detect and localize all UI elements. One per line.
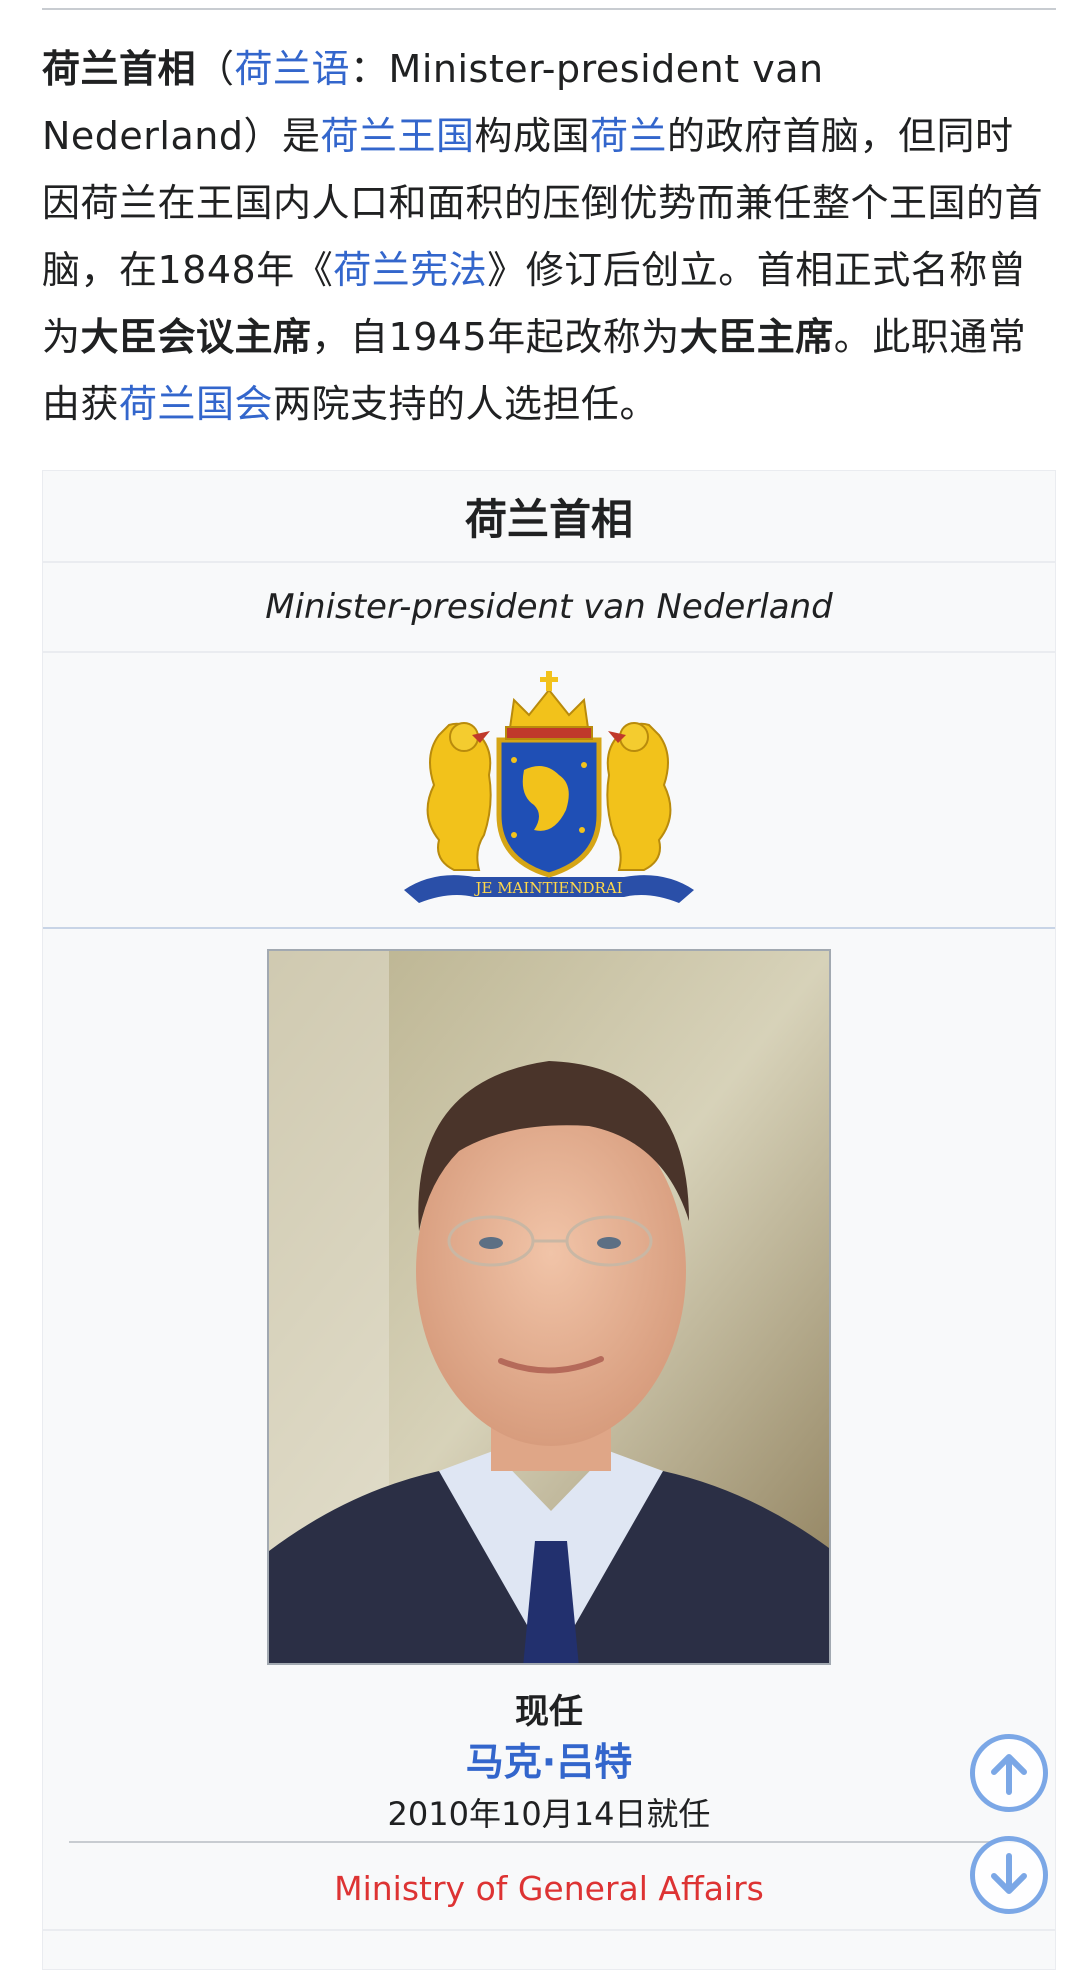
bold-new-title: 大臣主席 — [679, 315, 834, 359]
infobox-subtitle: Minister-president van Nederland — [43, 563, 1055, 653]
text-fragment: ，自1945年起改称为 — [311, 315, 680, 359]
link-netherlands[interactable]: 荷兰 — [590, 114, 667, 158]
intro-paragraph: 荷兰首相（荷兰语：Minister-president van Nederlan… — [42, 36, 1052, 438]
article-title-bold: 荷兰首相 — [42, 47, 197, 91]
arrow-up-circle-icon — [991, 1754, 1027, 1795]
infobox-divider — [69, 1841, 1029, 1843]
scroll-up-button[interactable] — [970, 1734, 1048, 1812]
emblem-motto: JE MAINTIENDRAI — [473, 879, 622, 897]
text-fragment: 构成国 — [474, 114, 591, 158]
incumbent-label: 现任 — [515, 1692, 583, 1732]
link-dutch-language[interactable]: 荷兰语 — [235, 47, 351, 91]
incumbent-name-link[interactable]: 马克·吕特 — [43, 1735, 1055, 1789]
scroll-down-button[interactable] — [970, 1836, 1048, 1914]
portrait-photo[interactable] — [267, 949, 831, 1665]
infobox-portrait-row: 现任 马克·吕特 2010年10月14日就任 Ministry of Gener… — [43, 929, 1055, 1969]
infobox: 荷兰首相 Minister-president van Nederland JE… — [42, 470, 1056, 1970]
link-constitution[interactable]: 荷兰宪法 — [333, 248, 487, 292]
top-divider — [42, 8, 1056, 10]
incumbent-since: 2010年10月14日就任 — [387, 1795, 711, 1833]
arrow-down-circle-icon — [991, 1853, 1027, 1894]
infobox-emblem-row: JE MAINTIENDRAI — [43, 653, 1055, 929]
infobox-divider — [43, 1929, 1055, 1931]
coat-of-arms-image[interactable]: JE MAINTIENDRAI — [394, 665, 704, 915]
link-parliament[interactable]: 荷兰国会 — [119, 382, 273, 426]
bold-old-title: 大臣会议主席 — [80, 315, 312, 359]
text-fragment: 两院支持的人选担任。 — [273, 382, 659, 426]
link-kingdom-netherlands[interactable]: 荷兰王国 — [320, 114, 474, 158]
infobox-title: 荷兰首相 — [43, 471, 1055, 563]
text-fragment: （ — [196, 47, 235, 91]
incumbent-info: 现任 马克·吕特 2010年10月14日就任 — [43, 1689, 1055, 1839]
ministry-link[interactable]: Ministry of General Affairs — [43, 1851, 1055, 1925]
